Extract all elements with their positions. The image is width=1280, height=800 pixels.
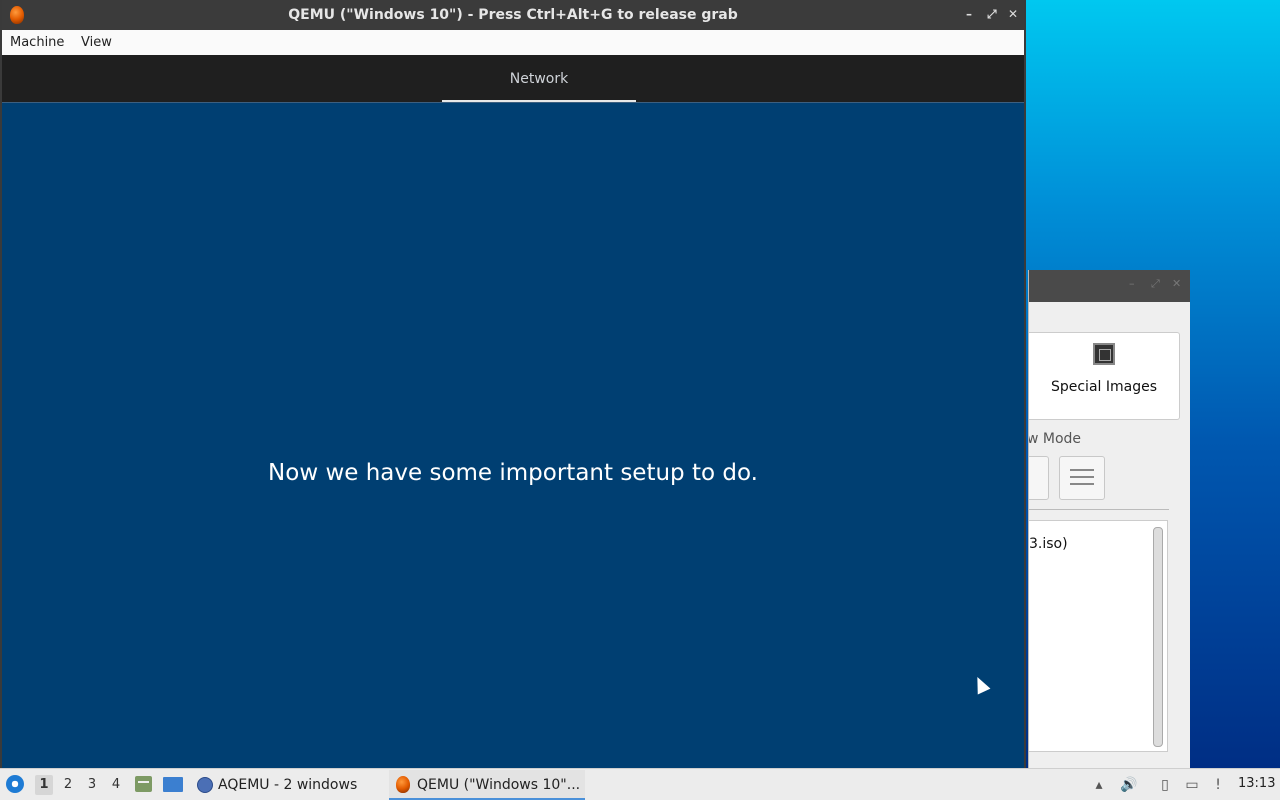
clipboard-icon[interactable]: ▯ (1157, 777, 1173, 793)
divider (1029, 509, 1169, 510)
task-label: QEMU ("Windows 10"... (417, 777, 581, 793)
tray-up-icon[interactable]: ▴ (1091, 777, 1107, 793)
icon-view-button[interactable] (1029, 456, 1049, 500)
qemu-icon (396, 776, 410, 793)
aqemu-window[interactable]: – ⤢ ✕ Special Images w Mode 3.iso) (1028, 270, 1190, 770)
close-icon[interactable]: ✕ (1172, 278, 1182, 289)
menu-machine[interactable]: Machine (10, 35, 64, 50)
start-menu-icon[interactable] (6, 775, 24, 793)
menubar: Machine View (2, 30, 1024, 56)
qemu-titlebar[interactable]: QEMU ("Windows 10") - Press Ctrl+Alt+G t… (2, 0, 1024, 30)
clock[interactable]: 13:13 (1238, 776, 1275, 791)
image-list[interactable]: 3.iso) (1029, 520, 1168, 752)
workspace-4[interactable]: 4 (107, 775, 125, 795)
task-label: AQEMU - 2 windows (218, 777, 358, 793)
show-desktop-icon[interactable] (163, 777, 183, 792)
setup-header: Network (2, 55, 1024, 102)
window-title: QEMU ("Windows 10") - Press Ctrl+Alt+G t… (288, 7, 738, 23)
list-item[interactable]: 3.iso) (1029, 536, 1068, 552)
workspace-1[interactable]: 1 (35, 775, 53, 795)
list-view-button[interactable] (1059, 456, 1105, 500)
minimize-icon[interactable]: – (1129, 278, 1139, 289)
taskbar: 1 2 3 4 AQEMU - 2 windows QEMU ("Windows… (0, 768, 1280, 800)
setup-message: Now we have some important setup to do. (268, 460, 758, 486)
close-icon[interactable]: ✕ (1008, 7, 1018, 21)
list-icon (1070, 469, 1094, 471)
file-manager-icon[interactable] (135, 776, 152, 792)
minimize-icon[interactable]: – (966, 7, 972, 21)
workspace-3[interactable]: 3 (83, 775, 101, 795)
task-aqemu[interactable]: AQEMU - 2 windows (195, 770, 380, 800)
special-images-label: Special Images (1050, 379, 1158, 395)
maximize-icon[interactable]: ⤢ (987, 7, 997, 22)
aqemu-icon (197, 777, 213, 793)
maximize-icon[interactable]: ⤢ (1151, 278, 1161, 289)
qemu-window[interactable]: QEMU ("Windows 10") - Press Ctrl+Alt+G t… (0, 0, 1026, 768)
view-mode-label: w Mode (1028, 431, 1082, 447)
guest-display[interactable]: Network Now we have some important setup… (2, 55, 1024, 768)
workspace-2[interactable]: 2 (59, 775, 77, 795)
notification-icon[interactable]: ! (1210, 777, 1226, 793)
scrollbar[interactable] (1153, 527, 1163, 747)
chip-icon (1093, 343, 1115, 365)
menu-view[interactable]: View (81, 35, 112, 50)
desktop: – ⤢ ✕ Special Images w Mode 3.iso) QEMU … (0, 0, 1280, 770)
monitor-icon[interactable]: ▭ (1184, 777, 1200, 793)
special-images-panel[interactable]: Special Images (1029, 332, 1180, 420)
volume-icon[interactable]: 🔊 (1120, 777, 1137, 793)
tab-network: Network (509, 71, 569, 87)
aqemu-titlebar[interactable]: – ⤢ ✕ (1029, 270, 1190, 302)
header-divider (2, 102, 1024, 103)
task-qemu[interactable]: QEMU ("Windows 10"... (389, 770, 585, 800)
